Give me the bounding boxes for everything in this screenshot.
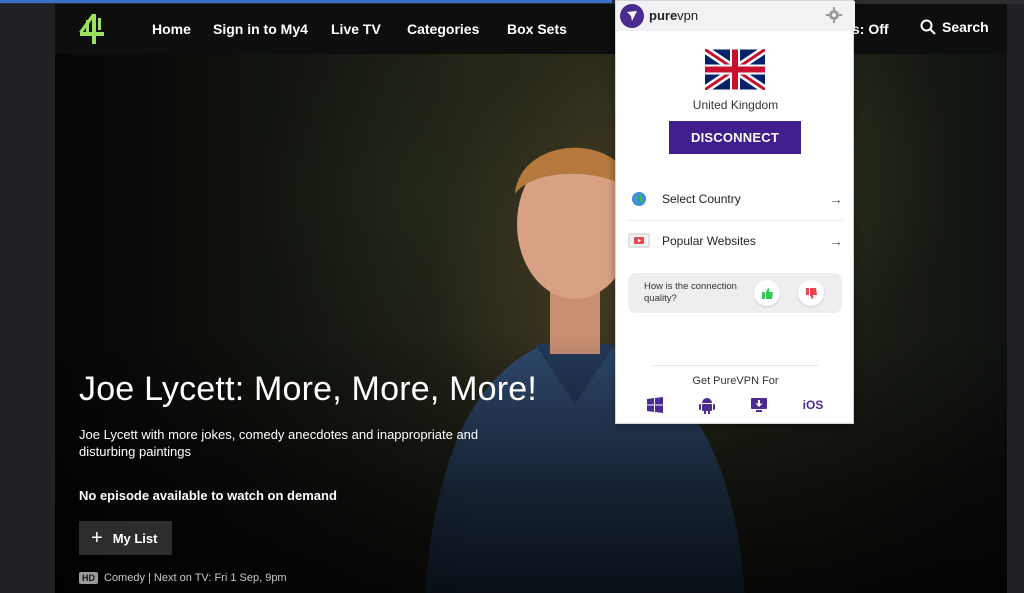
windows-icon xyxy=(647,397,663,413)
hd-badge: HD xyxy=(79,572,98,584)
arrow-right-icon: → xyxy=(829,233,843,249)
nav-search-button[interactable]: Search xyxy=(920,19,989,35)
show-description: Joe Lycett with more jokes, comedy anecd… xyxy=(79,427,479,459)
thumbs-up-button[interactable] xyxy=(754,280,780,306)
my-list-button[interactable]: + My List xyxy=(79,521,172,555)
show-title: Joe Lycett: More, More, More! xyxy=(79,370,538,408)
desktop-download-icon xyxy=(751,398,767,412)
connected-country: United Kingdom xyxy=(692,98,779,112)
screen: Home Sign in to My4 Live TV Categories B… xyxy=(0,0,1024,593)
browser-accent-bar xyxy=(0,0,612,3)
ios-download-button[interactable]: iOS xyxy=(799,395,827,415)
desktop-download-button[interactable] xyxy=(748,395,770,415)
top-navbar: Home Sign in to My4 Live TV Categories B… xyxy=(55,4,1007,54)
nav-subtitles-toggle[interactable]: s: Off xyxy=(852,21,889,37)
show-meta: HD Comedy | Next on TV: Fri 1 Sep, 9pm xyxy=(79,572,287,584)
my-list-label: My List xyxy=(112,530,158,546)
show-meta-text: Comedy | Next on TV: Fri 1 Sep, 9pm xyxy=(104,572,287,584)
android-download-button[interactable] xyxy=(696,395,718,415)
windows-download-button[interactable] xyxy=(644,395,666,415)
connection-feedback: How is the connection quality? xyxy=(628,273,842,313)
purevpn-logo-icon xyxy=(620,4,644,28)
select-country-label: Select Country xyxy=(662,192,741,206)
gear-icon[interactable] xyxy=(826,7,842,23)
nav-categories[interactable]: Categories xyxy=(407,21,479,37)
search-label: Search xyxy=(942,19,989,35)
vpn-brand-name: purevpn xyxy=(649,8,699,23)
nav-live-tv[interactable]: Live TV xyxy=(331,21,381,37)
thumbs-down-icon xyxy=(805,287,817,299)
left-margin xyxy=(0,4,55,593)
channel4-page: Home Sign in to My4 Live TV Categories B… xyxy=(55,4,1007,593)
uk-flag-icon xyxy=(705,49,765,90)
nav-box-sets[interactable]: Box Sets xyxy=(507,21,567,37)
availability-text: No episode available to watch on demand xyxy=(79,488,337,503)
vpn-header: purevpn xyxy=(616,1,855,31)
feedback-question: How is the connection quality? xyxy=(644,281,737,304)
purevpn-popup: purevpn United Kingdom DISCONNECT Select… xyxy=(615,0,855,424)
arrow-right-icon: → xyxy=(829,191,843,207)
plus-icon: + xyxy=(91,527,103,549)
right-margin xyxy=(1007,4,1024,593)
get-purevpn-label: Get PureVPN For xyxy=(692,375,779,387)
hero-image xyxy=(55,54,1007,593)
search-icon xyxy=(920,19,936,35)
nav-sign-in[interactable]: Sign in to My4 xyxy=(213,21,308,37)
disconnect-button[interactable]: DISCONNECT xyxy=(669,121,801,154)
globe-icon xyxy=(628,190,650,208)
get-divider xyxy=(652,365,818,366)
video-window-icon xyxy=(628,232,650,250)
android-icon xyxy=(699,398,715,414)
nav-home[interactable]: Home xyxy=(152,21,191,37)
popular-websites-label: Popular Websites xyxy=(662,234,756,248)
thumbs-down-button[interactable] xyxy=(798,280,824,306)
thumbs-up-icon xyxy=(761,287,773,299)
select-country-row[interactable]: Select Country → xyxy=(628,179,843,219)
popular-websites-row[interactable]: Popular Websites → xyxy=(628,221,843,261)
channel4-logo-icon[interactable] xyxy=(77,12,107,46)
